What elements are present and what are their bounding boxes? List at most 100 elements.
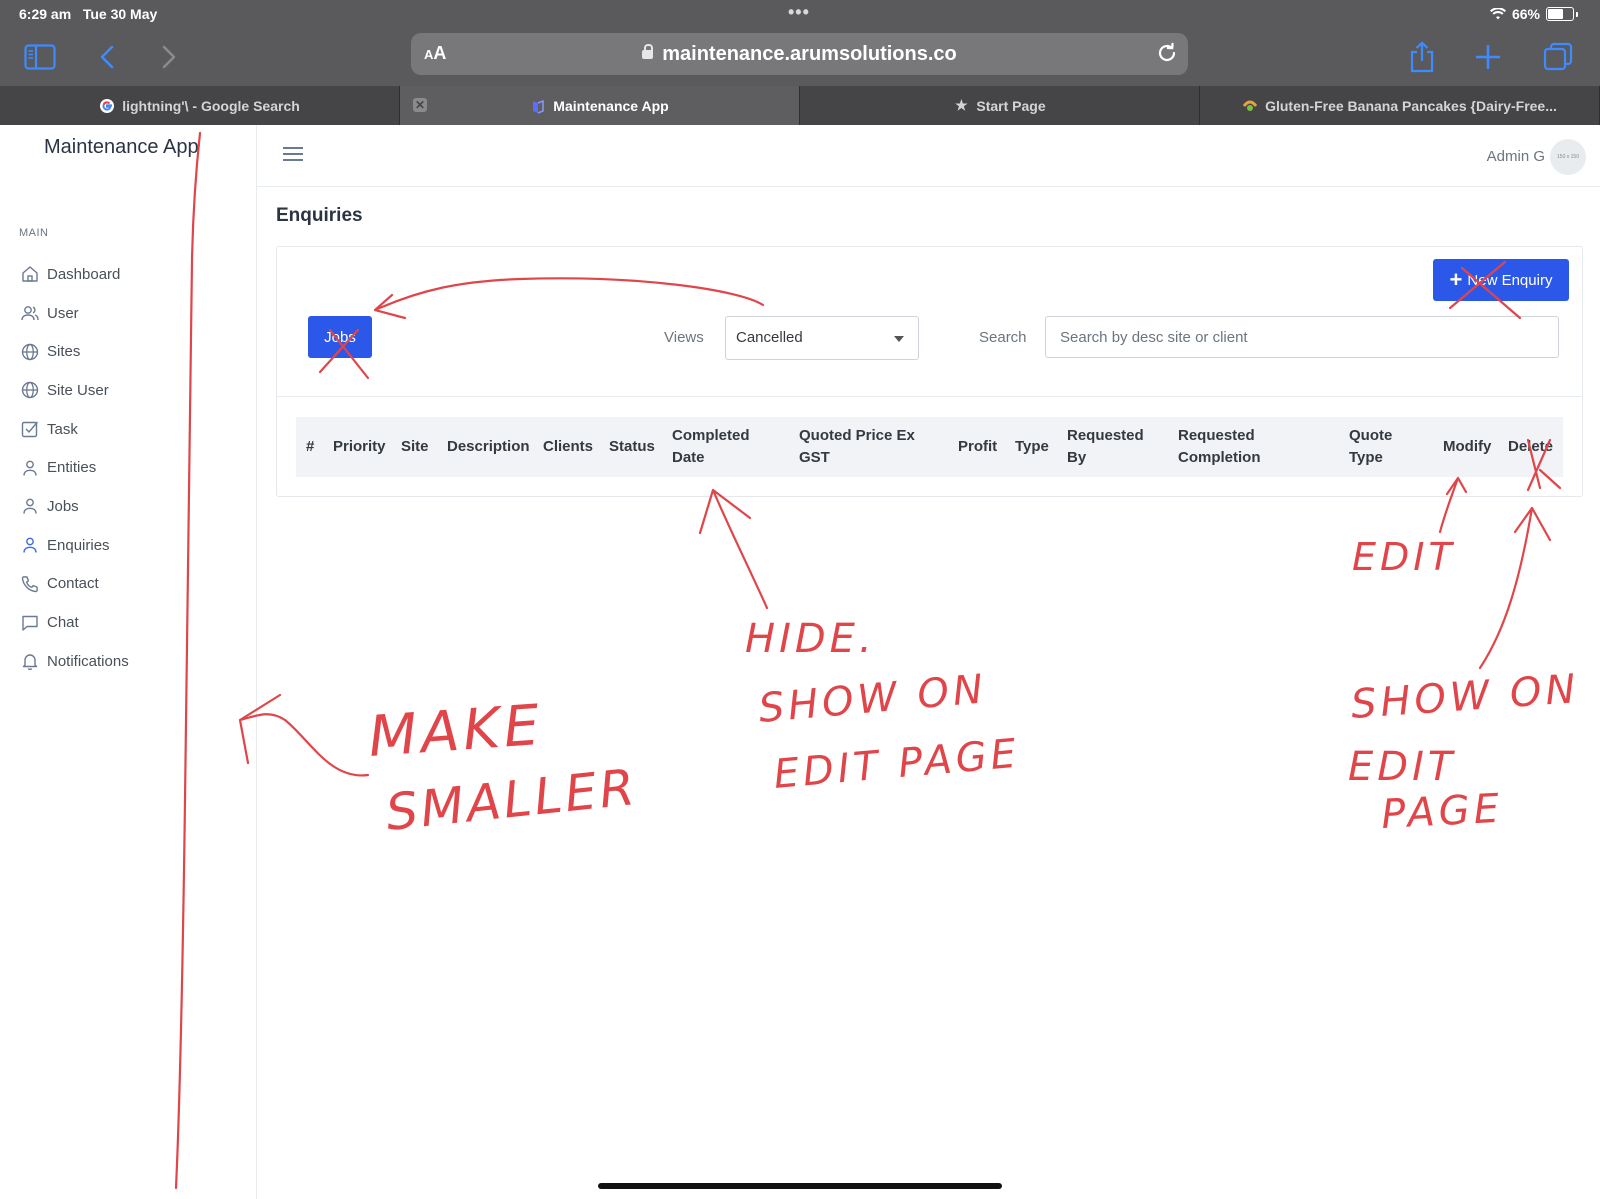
- sidebar-item-label: Contact: [47, 575, 99, 593]
- sidebar-nav: Dashboard User Sites Site User Task Enti…: [0, 255, 256, 681]
- sidebar-item-task[interactable]: Task: [0, 410, 256, 449]
- star-icon: ★: [955, 97, 968, 113]
- views-selected-value: Cancelled: [736, 329, 803, 346]
- url: maintenance.arumsolutions.co: [662, 43, 957, 65]
- sidebar-item-label: User: [47, 304, 79, 322]
- close-tab-icon[interactable]: ✕: [413, 98, 427, 112]
- hamburger-menu-icon[interactable]: [283, 146, 303, 167]
- avatar[interactable]: 150 x 150: [1550, 139, 1586, 175]
- new-enquiry-button[interactable]: + New Enquiry: [1433, 259, 1569, 301]
- back-icon[interactable]: [87, 37, 127, 77]
- sidebar-item-label: Enquiries: [47, 536, 110, 554]
- col-priority[interactable]: Priority: [333, 417, 386, 477]
- sidebar-item-label: Sites: [47, 343, 81, 361]
- globe-icon: [19, 341, 41, 363]
- checkbox-icon: [19, 418, 41, 440]
- battery-icon: [1546, 7, 1574, 21]
- col-completed-date[interactable]: Completed Date: [672, 417, 772, 477]
- enquiries-card: + New Enquiry Jobs Views Cancelled Searc…: [276, 246, 1583, 497]
- sidebar-item-label: Site User: [47, 381, 109, 399]
- tab-start-page[interactable]: ★ Start Page: [800, 86, 1200, 125]
- sidebar-item-label: Task: [47, 420, 78, 438]
- user-name[interactable]: Admin G: [1487, 148, 1545, 165]
- tab-overview-icon[interactable]: [1538, 37, 1578, 77]
- users-icon: [19, 302, 41, 324]
- bell-icon: [19, 650, 41, 672]
- col-requested-by[interactable]: Requested By: [1067, 417, 1157, 477]
- user-icon: [19, 534, 41, 556]
- tab-maintenance-app[interactable]: ✕ Maintenance App: [400, 86, 800, 125]
- views-select[interactable]: Cancelled: [725, 316, 919, 360]
- user-icon: [19, 495, 41, 517]
- lock-icon: [642, 44, 654, 59]
- chevron-down-icon: [894, 336, 904, 342]
- col-type[interactable]: Type: [1015, 417, 1049, 477]
- search-label: Search: [979, 329, 1027, 346]
- new-tab-icon[interactable]: [1468, 37, 1508, 77]
- col-description[interactable]: Description: [447, 417, 530, 477]
- sidebar-toggle-icon[interactable]: [20, 37, 60, 77]
- col-status[interactable]: Status: [609, 417, 655, 477]
- col-modify[interactable]: Modify: [1443, 417, 1491, 477]
- browser-toolbar: AA maintenance.arumsolutions.co: [0, 28, 1600, 86]
- phone-icon: [19, 573, 41, 595]
- clock: 6:29 am: [19, 6, 72, 22]
- app-viewport: Maintenance App MAIN Dashboard User Site…: [0, 125, 1600, 1199]
- sidebar-item-chat[interactable]: Chat: [0, 603, 256, 642]
- new-enquiry-label: New Enquiry: [1467, 271, 1553, 289]
- sidebar-item-label: Jobs: [47, 497, 79, 515]
- user-icon: [19, 457, 41, 479]
- tab-pancakes-recipe[interactable]: Gluten-Free Banana Pancakes {Dairy-Free.…: [1200, 86, 1600, 125]
- home-icon: [19, 263, 41, 285]
- sidebar-item-user[interactable]: User: [0, 294, 256, 333]
- address-bar[interactable]: AA maintenance.arumsolutions.co: [411, 33, 1188, 75]
- home-indicator[interactable]: [598, 1183, 1002, 1189]
- reload-icon[interactable]: [1156, 42, 1178, 69]
- brand-title[interactable]: Maintenance App: [44, 136, 199, 159]
- tab-label: lightning'\ - Google Search: [122, 97, 300, 114]
- views-label: Views: [664, 329, 704, 346]
- col-number[interactable]: #: [306, 417, 314, 477]
- multitasking-dots-icon[interactable]: •••: [788, 2, 810, 23]
- divider: [277, 396, 1582, 397]
- col-profit[interactable]: Profit: [958, 417, 997, 477]
- sidebar-item-dashboard[interactable]: Dashboard: [0, 255, 256, 294]
- sidebar-section-label: MAIN: [19, 227, 49, 239]
- top-header: Admin G 150 x 150: [257, 125, 1600, 187]
- search-input[interactable]: [1045, 316, 1559, 358]
- page-title: Enquiries: [276, 205, 363, 226]
- col-delete[interactable]: Delete: [1508, 417, 1553, 477]
- tab-label: Gluten-Free Banana Pancakes {Dairy-Free.…: [1265, 97, 1557, 114]
- table-header: # Priority Site Description Clients Stat…: [296, 417, 1563, 477]
- sidebar-item-label: Notifications: [47, 652, 129, 670]
- recipe-favicon-icon: [1242, 98, 1258, 114]
- sidebar-item-label: Dashboard: [47, 265, 121, 283]
- share-icon[interactable]: [1402, 37, 1442, 77]
- sidebar-item-sites[interactable]: Sites: [0, 332, 256, 371]
- sidebar-item-contact[interactable]: Contact: [0, 565, 256, 604]
- sidebar-item-jobs[interactable]: Jobs: [0, 487, 256, 526]
- sidebar-item-enquiries[interactable]: Enquiries: [0, 526, 256, 565]
- col-site[interactable]: Site: [401, 417, 429, 477]
- battery-level: [1548, 9, 1563, 19]
- col-requested-completion[interactable]: Requested Completion: [1178, 417, 1278, 477]
- col-quoted-price[interactable]: Quoted Price Ex GST: [799, 417, 939, 477]
- jobs-button[interactable]: Jobs: [308, 316, 372, 358]
- sidebar-item-entities[interactable]: Entities: [0, 448, 256, 487]
- app-favicon-icon: [530, 98, 546, 114]
- chat-icon: [19, 612, 41, 634]
- col-clients[interactable]: Clients: [543, 417, 593, 477]
- wifi-icon: [1489, 8, 1506, 20]
- sidebar-item-label: Chat: [47, 614, 79, 632]
- forward-icon[interactable]: [149, 37, 189, 77]
- sidebar-item-site-user[interactable]: Site User: [0, 371, 256, 410]
- col-quote-type[interactable]: Quote Type: [1349, 417, 1409, 477]
- url-text[interactable]: maintenance.arumsolutions.co: [411, 43, 1188, 66]
- date: Tue 30 May: [82, 6, 158, 22]
- tab-google-search[interactable]: lightning'\ - Google Search: [0, 86, 400, 125]
- battery-percent: 66%: [1511, 6, 1540, 22]
- browser-tab-strip: lightning'\ - Google Search ✕ Maintenanc…: [0, 86, 1600, 125]
- sidebar-item-notifications[interactable]: Notifications: [0, 642, 256, 681]
- status-bar: 6:29 am Tue 30 May ••• 66%: [0, 0, 1600, 28]
- battery-cap: [1576, 11, 1578, 17]
